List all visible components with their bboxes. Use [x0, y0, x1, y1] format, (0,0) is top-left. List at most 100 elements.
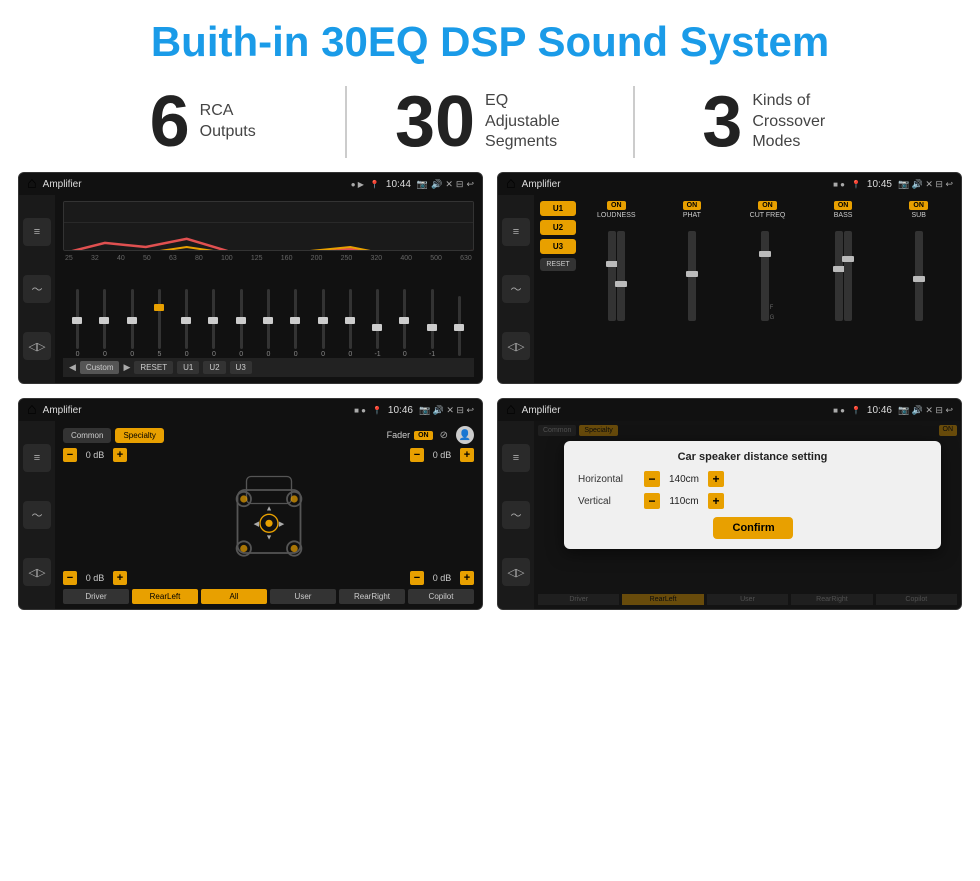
xo-header-icons: 📷 🔊 ✕ ⊟ ↩	[898, 179, 953, 190]
fader-label: Fader	[387, 430, 411, 440]
fr-minus[interactable]: −	[410, 448, 424, 462]
stat-crossover: 3 Kinds of Crossover Modes	[633, 86, 920, 158]
stat-eq-label: EQ Adjustable Segments	[485, 91, 585, 153]
rl-plus[interactable]: +	[113, 571, 127, 585]
dialog-sidebar-btn1[interactable]: ≡	[502, 444, 530, 472]
fl-minus[interactable]: −	[63, 448, 77, 462]
dialog-screen-title: Amplifier	[522, 405, 827, 416]
xo-sidebar-btn2[interactable]: 〜	[502, 275, 530, 303]
xo-reset-btn[interactable]: RESET	[540, 258, 576, 271]
vertical-stepper: − 110cm +	[644, 493, 724, 509]
cutfreq-on[interactable]: ON	[758, 201, 777, 210]
eq-sidebar-btn3[interactable]: ◁▷	[23, 332, 51, 360]
vertical-plus[interactable]: +	[708, 493, 724, 509]
rr-db-value: 0 dB	[428, 573, 456, 583]
xo-screen-time: 10:45	[867, 179, 892, 190]
eq-header-icons: 📷🔊✕⊟↩	[417, 179, 474, 190]
all-btn[interactable]: All	[201, 589, 267, 604]
dialog-sidebar: ≡ 〜 ◁▷	[498, 421, 534, 609]
xo-sidebar-btn1[interactable]: ≡	[502, 218, 530, 246]
horizontal-row: Horizontal − 140cm +	[578, 471, 927, 487]
xo-u1-btn[interactable]: U1	[540, 201, 576, 216]
eq-sidebar-btn1[interactable]: ≡	[23, 218, 51, 246]
fader-header-icons: 📷 🔊 ✕ ⊟ ↩	[419, 405, 474, 416]
dialog-home-icon[interactable]: ⌂	[506, 401, 516, 419]
eq-play-icon[interactable]: ▶	[123, 362, 130, 373]
loudness-on[interactable]: ON	[607, 201, 626, 210]
xo-sidebar: ≡ 〜 ◁▷	[498, 195, 534, 383]
fader-home-icon[interactable]: ⌂	[27, 401, 37, 419]
dialog-sidebar-btn3[interactable]: ◁▷	[502, 558, 530, 586]
eq-u2-btn[interactable]: U2	[203, 361, 225, 374]
bass-on[interactable]: ON	[834, 201, 853, 210]
rr-plus[interactable]: +	[460, 571, 474, 585]
rr-minus[interactable]: −	[410, 571, 424, 585]
eq-custom-btn[interactable]: Custom	[80, 361, 120, 374]
fl-plus[interactable]: +	[113, 448, 127, 462]
front-right-db: − 0 dB +	[410, 448, 474, 462]
fader-settings-icon[interactable]: 👤	[456, 426, 474, 444]
dialog-header-icons: 📷 🔊 ✕ ⊟ ↩	[898, 405, 953, 416]
loudness-label: LOUDNESS	[597, 212, 636, 219]
stat-rca-label: RCA Outputs	[200, 101, 256, 143]
vertical-value: 110cm	[664, 496, 704, 507]
stat-eq-number: 30	[395, 86, 475, 158]
eq-sliders[interactable]: 0 0 0 5 0 0 0 0 0 0 0 -1 0 -1	[63, 265, 474, 358]
rearleft-btn[interactable]: RearLeft	[132, 589, 198, 604]
xo-u3-btn[interactable]: U3	[540, 239, 576, 254]
common-mode-btn[interactable]: Common	[63, 428, 111, 443]
horizontal-minus[interactable]: −	[644, 471, 660, 487]
stat-eq: 30 EQ Adjustable Segments	[345, 86, 632, 158]
fr-plus[interactable]: +	[460, 448, 474, 462]
vertical-minus[interactable]: −	[644, 493, 660, 509]
rearright-btn[interactable]: RearRight	[339, 589, 405, 604]
fader-screen-body: ≡ 〜 ◁▷ Common Specialty Fader ON ⊘ 👤	[19, 421, 482, 609]
sub-label: SUB	[911, 212, 925, 219]
rl-minus[interactable]: −	[63, 571, 77, 585]
fader-sidebar-btn1[interactable]: ≡	[23, 444, 51, 472]
home-icon[interactable]: ⌂	[27, 175, 37, 193]
dialog-sidebar-btn2[interactable]: 〜	[502, 501, 530, 529]
fader-screen-title: Amplifier	[43, 405, 348, 416]
user-btn[interactable]: User	[270, 589, 336, 604]
confirm-button[interactable]: Confirm	[713, 517, 793, 539]
driver-btn[interactable]: Driver	[63, 589, 129, 604]
xo-screen-header: ⌂ Amplifier ■ ● 📍 10:45 📷 🔊 ✕ ⊟ ↩	[498, 173, 961, 195]
fader-sidebar-btn3[interactable]: ◁▷	[23, 558, 51, 586]
fader-screen-header: ⌂ Amplifier ■ ● 📍 10:46 📷 🔊 ✕ ⊟ ↩	[19, 399, 482, 421]
rear-right-db: − 0 dB +	[410, 571, 474, 585]
eq-u3-btn[interactable]: U3	[230, 361, 252, 374]
horizontal-stepper: − 140cm +	[644, 471, 724, 487]
eq-screen-time: 10:44	[386, 179, 411, 190]
dialog-box: Car speaker distance setting Horizontal …	[564, 441, 941, 549]
vertical-row: Vertical − 110cm +	[578, 493, 927, 509]
fr-db-value: 0 dB	[428, 450, 456, 460]
front-left-db: − 0 dB +	[63, 448, 127, 462]
eq-screen-header: ⌂ Amplifier ● ▶ 📍 10:44 📷🔊✕⊟↩	[19, 173, 482, 195]
dialog-screen-header: ⌂ Amplifier ■ ● 📍 10:46 📷 🔊 ✕ ⊟ ↩	[498, 399, 961, 421]
svg-text:▶: ▶	[278, 519, 284, 528]
eq-main-content: 253240506380100125160200250320400500630 …	[55, 195, 482, 383]
eq-u1-btn[interactable]: U1	[177, 361, 199, 374]
eq-freq-labels: 253240506380100125160200250320400500630	[63, 255, 474, 262]
xo-home-icon[interactable]: ⌂	[506, 175, 516, 193]
eq-bottom-bar: ◀ Custom ▶ RESET U1 U2 U3	[63, 358, 474, 377]
horizontal-plus[interactable]: +	[708, 471, 724, 487]
sub-on[interactable]: ON	[909, 201, 928, 210]
eq-reset-btn[interactable]: RESET	[134, 361, 173, 374]
fader-mode-row: Common Specialty Fader ON ⊘ 👤	[63, 426, 474, 444]
fader-on-badge[interactable]: ON	[414, 431, 433, 440]
bass-label: BASS	[834, 212, 853, 219]
stats-row: 6 RCA Outputs 30 EQ Adjustable Segments …	[0, 76, 980, 172]
eq-prev-icon[interactable]: ◀	[69, 362, 76, 373]
specialty-mode-btn[interactable]: Specialty	[115, 428, 163, 443]
fader-sidebar-btn2[interactable]: 〜	[23, 501, 51, 529]
xo-u2-btn[interactable]: U2	[540, 220, 576, 235]
copilot-btn[interactable]: Copilot	[408, 589, 474, 604]
eq-sidebar-btn2[interactable]: 〜	[23, 275, 51, 303]
xo-sidebar-btn3[interactable]: ◁▷	[502, 332, 530, 360]
svg-text:▲: ▲	[265, 503, 272, 512]
phat-on[interactable]: ON	[683, 201, 702, 210]
stat-crossover-number: 3	[702, 86, 742, 158]
eq-screen-title: Amplifier	[43, 179, 345, 190]
